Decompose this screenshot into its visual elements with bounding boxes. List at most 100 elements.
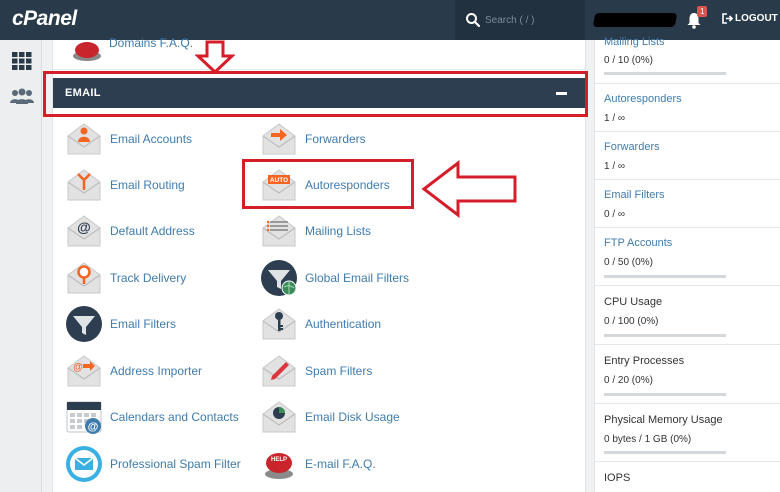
spam-shield-icon [66, 446, 102, 482]
redacted-username[interactable] [592, 13, 678, 27]
stat-title[interactable]: Email Filters [604, 189, 665, 201]
track-delivery-item[interactable]: Track Delivery [65, 257, 186, 299]
mailing-lists-item[interactable]: Mailing Lists [260, 210, 371, 252]
calendars-contacts-label: Calendars and Contacts [110, 410, 239, 424]
envelope-pin-icon [67, 262, 101, 294]
authentication-item[interactable]: Authentication [260, 303, 381, 345]
notification-badge: 1 [697, 6, 708, 17]
previous-section-row: Domains F.A.Q. [53, 36, 585, 70]
stat-value: 0 / 10 (0%) [604, 55, 653, 66]
envelope-routing-icon [67, 169, 101, 201]
help-icon-text: HELP [271, 457, 287, 463]
stats-sidebar: Mailing Lists 0 / 10 (0%) Autoresponders… [594, 36, 780, 492]
stat-cpu-usage: CPU Usage 0 / 100 (0%) [595, 286, 780, 345]
address-importer-label: Address Importer [110, 364, 203, 378]
spam-filters-item[interactable]: Spam Filters [260, 350, 372, 392]
autoresponders-item[interactable]: AUTO Autoresponders [260, 164, 390, 206]
envelope-person-icon [67, 123, 101, 155]
logout-icon [722, 13, 733, 24]
stat-mailing-lists: Mailing Lists 0 / 10 (0%) [595, 36, 780, 84]
stat-value: 1 / ∞ [604, 113, 626, 124]
search-icon [466, 13, 481, 28]
email-disk-usage-label: Email Disk Usage [305, 410, 400, 424]
email-filters-item[interactable]: Email Filters [65, 303, 176, 345]
stat-title: CPU Usage [604, 296, 663, 308]
stat-title[interactable]: Autoresponders [604, 93, 682, 105]
stat-title[interactable]: Forwarders [604, 141, 660, 153]
default-address-label: Default Address [110, 224, 195, 238]
stat-bar [604, 393, 726, 396]
stat-value: 0 / 50 (0%) [604, 257, 653, 268]
default-address-item[interactable]: @ Default Address [65, 210, 195, 252]
autoresponders-label: Autoresponders [305, 178, 390, 192]
stat-value: 0 / 20 (0%) [604, 375, 653, 386]
stat-physical-memory: Physical Memory Usage 0 bytes / 1 GB (0%… [595, 404, 780, 462]
help-button-icon[interactable] [69, 30, 105, 64]
auto-icon-text: AUTO [270, 177, 288, 184]
main-panel: Domains F.A.Q. EMAIL Email Accounts Forw… [52, 36, 586, 492]
stat-email-filters: Email Filters 0 / ∞ [595, 180, 780, 228]
stat-title: IOPS [604, 472, 631, 484]
stat-title: Physical Memory Usage [604, 414, 723, 426]
stat-title: Entry Processes [604, 355, 685, 367]
stat-forwarders: Forwarders 1 / ∞ [595, 132, 780, 180]
stat-bar [604, 275, 726, 278]
envelope-list-icon [262, 215, 296, 247]
stat-bar [604, 334, 726, 337]
search-box[interactable] [455, 0, 585, 40]
envelope-arrow-icon [262, 123, 296, 155]
stat-entry-processes: Entry Processes 0 / 20 (0%) [595, 345, 780, 404]
collapse-icon[interactable] [556, 92, 567, 95]
envelope-pie-icon [262, 401, 296, 433]
spam-filters-label: Spam Filters [305, 364, 373, 378]
email-accounts-item[interactable]: Email Accounts [65, 118, 192, 160]
users-icon[interactable] [10, 88, 34, 104]
stat-value: 1 / ∞ [604, 161, 626, 172]
envelope-import-icon: @ [67, 355, 101, 387]
email-section-header[interactable]: EMAIL [53, 78, 585, 108]
email-faq-label: E-mail F.A.Q. [305, 457, 376, 471]
funnel-icon [66, 306, 102, 342]
funnel-globe-icon [261, 260, 297, 296]
email-routing-item[interactable]: Email Routing [65, 164, 185, 206]
stat-value: 0 / ∞ [604, 209, 626, 220]
address-importer-item[interactable]: @ Address Importer [65, 350, 202, 392]
cpanel-logo[interactable]: cPanel [12, 7, 77, 31]
email-accounts-label: Email Accounts [110, 132, 193, 146]
email-section-title: EMAIL [65, 87, 101, 99]
calendars-contacts-item[interactable]: @ Calendars and Contacts [65, 396, 239, 438]
search-input[interactable] [485, 10, 581, 30]
envelope-at-icon: @ [67, 215, 101, 247]
stat-value: 0 / 100 (0%) [604, 316, 659, 327]
email-routing-label: Email Routing [110, 178, 185, 192]
envelope-key-icon [262, 308, 296, 340]
stat-title[interactable]: Mailing Lists [604, 36, 665, 48]
stat-autoresponders: Autoresponders 1 / ∞ [595, 84, 780, 132]
domains-faq-link[interactable]: Domains F.A.Q. [109, 36, 193, 50]
envelope-pencil-icon [262, 355, 296, 387]
logout-button[interactable]: LOGOUT [722, 13, 778, 24]
stat-iops: IOPS [595, 462, 780, 492]
svg-text:@: @ [88, 421, 99, 433]
logout-label: LOGOUT [735, 13, 778, 24]
stat-value: 0 bytes / 1 GB (0%) [604, 434, 692, 445]
stat-bar [604, 72, 726, 75]
svg-text:@: @ [73, 362, 83, 373]
stat-title[interactable]: FTP Accounts [604, 237, 672, 249]
global-email-filters-item[interactable]: Global Email Filters [260, 257, 409, 299]
email-faq-item[interactable]: HELP E-mail F.A.Q. [260, 443, 376, 485]
left-rail [0, 40, 42, 492]
stat-bar [604, 451, 726, 454]
grid-icon[interactable] [12, 52, 32, 70]
stat-ftp-accounts: FTP Accounts 0 / 50 (0%) [595, 228, 780, 286]
track-delivery-label: Track Delivery [110, 271, 187, 285]
professional-spam-filter-item[interactable]: Professional Spam Filter [65, 443, 241, 485]
email-filters-label: Email Filters [110, 317, 177, 331]
forwarders-label: Forwarders [305, 132, 366, 146]
help-button-icon: HELP [265, 453, 293, 479]
svg-text:@: @ [77, 219, 91, 235]
email-disk-usage-item[interactable]: Email Disk Usage [260, 396, 400, 438]
forwarders-item[interactable]: Forwarders [260, 118, 366, 160]
calendar-at-icon: @ [66, 401, 102, 434]
authentication-label: Authentication [305, 317, 382, 331]
